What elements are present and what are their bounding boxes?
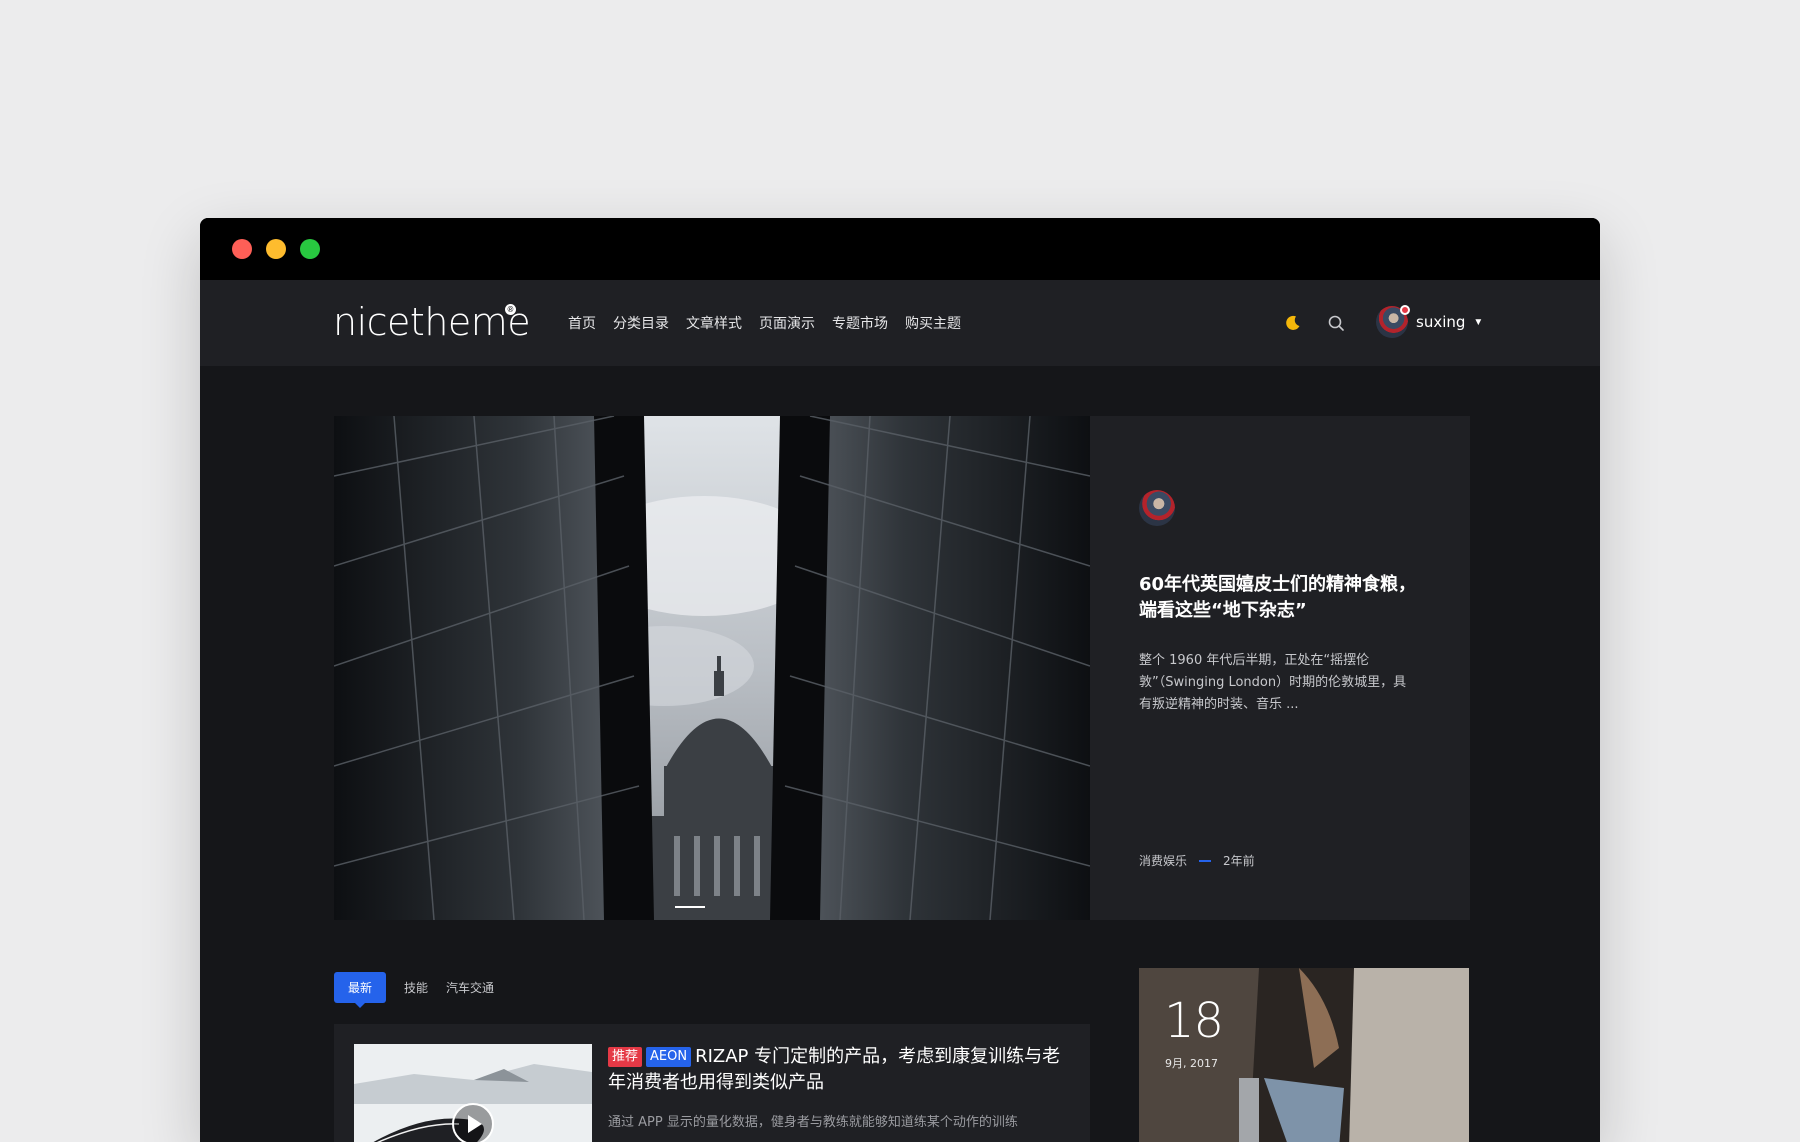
- moon-icon[interactable]: [1283, 313, 1303, 333]
- browser-window: nicetheme ® 首页 分类目录 文章样式 页面演示 专题市场 购买主题 …: [200, 218, 1600, 1142]
- featured-post-title[interactable]: 60年代英国嬉皮士们的精神食粮，端看这些“地下杂志”: [1139, 572, 1419, 624]
- user-name[interactable]: suxing: [1416, 313, 1465, 331]
- notification-dot: [1400, 305, 1410, 315]
- tab-latest[interactable]: 最新: [334, 972, 387, 1008]
- cathedral-photo: [334, 416, 1090, 920]
- featured-post-meta: 消费娱乐 2年前: [1139, 852, 1255, 869]
- nav-link-home[interactable]: 首页: [568, 313, 596, 333]
- post-category[interactable]: 消费娱乐: [1139, 852, 1187, 869]
- tag-aeon[interactable]: AEON: [646, 1047, 692, 1067]
- featured-image[interactable]: [334, 416, 1090, 920]
- nav-link-buy-theme[interactable]: 购买主题: [905, 313, 961, 333]
- nav-link-categories[interactable]: 分类目录: [613, 313, 669, 333]
- close-window-button[interactable]: [232, 239, 252, 259]
- post-date-day: 18: [1164, 993, 1224, 1049]
- post-title[interactable]: 推荐 AEON RIZAP 专门定制的产品，考虑到康复训练与老年消费者也用得到类似产…: [608, 1044, 1068, 1096]
- post-thumbnail[interactable]: [354, 1044, 592, 1142]
- nav-link-article-styles[interactable]: 文章样式: [686, 313, 742, 333]
- main-nav: 首页 分类目录 文章样式 页面演示 专题市场 购买主题: [568, 280, 961, 366]
- tab-auto-transport[interactable]: 汽车交通: [446, 979, 494, 996]
- minimize-window-button[interactable]: [266, 239, 286, 259]
- site-logo[interactable]: nicetheme: [333, 300, 531, 344]
- top-navbar: nicetheme ® 首页 分类目录 文章样式 页面演示 专题市场 购买主题 …: [200, 280, 1600, 366]
- user-menu[interactable]: suxing ▼: [1376, 305, 1483, 338]
- nav-link-page-demo[interactable]: 页面演示: [759, 313, 815, 333]
- maximize-window-button[interactable]: [300, 239, 320, 259]
- tag-recommend[interactable]: 推荐: [608, 1047, 643, 1067]
- snow-road-photo: [354, 1044, 592, 1142]
- featured-post-excerpt: 整个 1960 年代后半期，正处在“摇摆伦敦”（Swinging London）…: [1139, 653, 1407, 712]
- post-list-item[interactable]: 推荐 AEON RIZAP 专门定制的产品，考虑到康复训练与老年消费者也用得到类似产…: [334, 1024, 1090, 1142]
- slider-indicator[interactable]: [675, 906, 705, 908]
- search-icon[interactable]: [1326, 313, 1346, 333]
- user-avatar[interactable]: [1376, 305, 1410, 338]
- registered-mark: ®: [505, 304, 516, 315]
- window-titlebar: [200, 218, 1600, 280]
- featured-post[interactable]: 60年代英国嬉皮士们的精神食粮，端看这些“地下杂志” 整个 1960 年代后半期…: [334, 416, 1470, 920]
- author-avatar[interactable]: [1139, 490, 1175, 526]
- post-excerpt: 通过 APP 显示的量化数据，健身者与教练就能够知道练某个动作的训练: [608, 1115, 1018, 1130]
- meta-separator: [1199, 859, 1212, 862]
- post-date-month-year: 9月, 2017: [1165, 1057, 1218, 1070]
- tab-skills[interactable]: 技能: [404, 979, 428, 996]
- sidebar-featured-card[interactable]: 18 9月, 2017: [1139, 968, 1469, 1142]
- caret-down-icon[interactable]: ▼: [1473, 317, 1483, 328]
- nav-link-topic-market[interactable]: 专题市场: [832, 313, 888, 333]
- post-time: 2年前: [1223, 854, 1255, 868]
- post-tabs: 最新 技能 汽车交通: [334, 972, 494, 1008]
